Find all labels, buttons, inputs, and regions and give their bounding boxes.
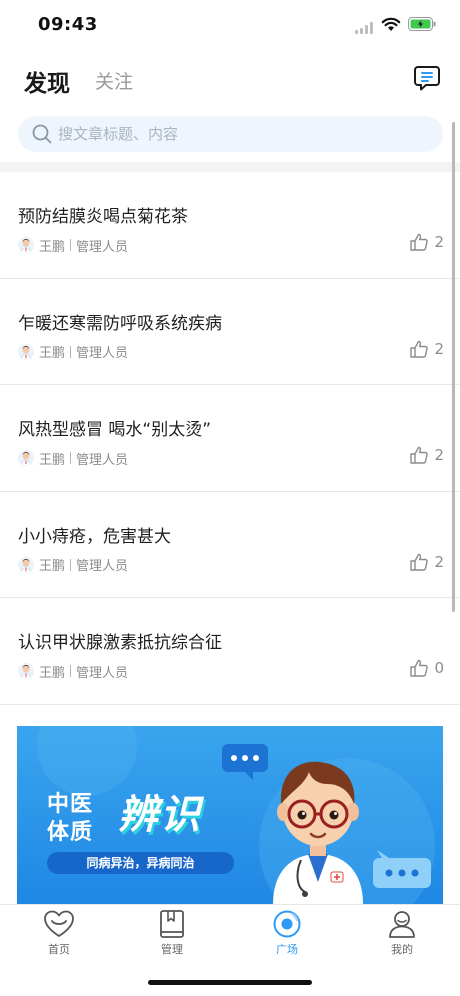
tab-plaza-label: 广场 — [276, 943, 298, 956]
tab-manage-label: 管理 — [161, 943, 183, 956]
thumbs-up-icon — [410, 233, 429, 251]
article-role: 管理人员 — [76, 346, 129, 361]
article-item[interactable]: 预防结膜炎喝点菊花茶 王鹏 管理人员 2 — [0, 172, 460, 279]
thumbs-up-icon — [410, 340, 429, 358]
like-button[interactable]: 0 — [409, 658, 444, 678]
tab-home-label: 首页 — [48, 943, 70, 956]
article-item[interactable]: 小小痔疮，危害甚大 王鹏 管理人员 2 — [0, 492, 460, 598]
like-count: 2 — [434, 552, 444, 571]
doctor-avatar-icon — [18, 556, 34, 573]
like-count: 0 — [434, 659, 444, 677]
doctor-avatar-icon — [18, 237, 34, 253]
banner-slogan-pill: 同病异治，异病同治 — [47, 852, 234, 874]
article-role: 管理人员 — [76, 559, 129, 574]
article-title[interactable]: 预防结膜炎喝点菊花茶 — [18, 202, 188, 227]
tab-manage[interactable]: 管理 — [142, 909, 202, 965]
doctor-illustration — [273, 761, 363, 904]
like-button[interactable]: 2 — [409, 445, 444, 465]
like-button[interactable]: 2 — [409, 232, 444, 252]
article-title[interactable]: 风热型感冒 喝水“别太烫” — [18, 415, 211, 440]
article-role: 管理人员 — [76, 665, 129, 681]
banner-headline: 辨识 — [118, 792, 202, 838]
banner-slogan: 同病异治，异病同治 — [86, 856, 195, 870]
meta-separator — [70, 452, 72, 464]
meta-separator — [70, 558, 72, 571]
book-icon — [160, 910, 184, 938]
thumbs-up-icon — [410, 659, 429, 677]
article-author: 王鹏 — [39, 665, 66, 681]
article-title[interactable]: 乍暖还寒需防呼吸系统疾病 — [18, 309, 222, 334]
thumbs-up-icon — [410, 553, 429, 571]
status-time: 09:43 — [38, 14, 98, 35]
article-title[interactable]: 认识甲状腺激素抵抗综合征 — [18, 628, 222, 653]
like-button[interactable]: 2 — [409, 552, 444, 572]
article-item[interactable]: 认识甲状腺激素抵抗综合征 王鹏 管理人员 0 — [0, 598, 460, 705]
home-indicator — [148, 980, 312, 985]
signal-icon — [355, 22, 373, 34]
tab-profile-label: 我的 — [391, 943, 413, 956]
article-author: 王鹏 — [39, 452, 66, 468]
tab-discover[interactable]: 发现 — [24, 64, 70, 98]
wifi-icon — [381, 17, 401, 31]
article-meta: 王鹏 管理人员 — [18, 236, 129, 255]
promo-banner[interactable]: 中医 体质 辨识 同病异治，异病同治 — [17, 726, 443, 904]
article-author: 王鹏 — [39, 559, 66, 574]
message-icon[interactable] — [413, 64, 441, 92]
search-bar[interactable] — [18, 116, 443, 152]
profile-icon — [389, 911, 415, 938]
article-meta: 王鹏 管理人员 — [18, 449, 129, 468]
article-meta: 王鹏 管理人员 — [18, 556, 128, 574]
doctor-avatar-icon — [18, 450, 34, 466]
article-author: 王鹏 — [39, 239, 66, 255]
meta-separator — [70, 665, 72, 677]
article-author: 王鹏 — [39, 346, 66, 361]
article-title[interactable]: 小小痔疮，危害甚大 — [18, 522, 171, 547]
article-item[interactable]: 风热型感冒 喝水“别太烫” 王鹏 管理人员 2 — [0, 385, 460, 492]
battery-icon — [408, 17, 436, 31]
doctor-avatar-icon — [18, 343, 34, 360]
heart-icon — [44, 910, 74, 937]
tab-profile[interactable]: 我的 — [372, 909, 432, 965]
meta-separator — [70, 239, 72, 251]
like-count: 2 — [434, 233, 444, 251]
like-button[interactable]: 2 — [409, 339, 444, 359]
plaza-icon — [273, 910, 301, 938]
article-meta: 王鹏 管理人员 — [18, 662, 129, 681]
section-divider — [0, 162, 460, 172]
tab-follow[interactable]: 关注 — [95, 67, 133, 94]
banner-text-line2: 体质 — [47, 820, 94, 845]
meta-separator — [70, 345, 72, 358]
search-input[interactable] — [58, 116, 428, 152]
article-role: 管理人员 — [76, 239, 129, 255]
article-item[interactable]: 乍暖还寒需防呼吸系统疾病 王鹏 管理人员 2 — [0, 279, 460, 385]
article-role: 管理人员 — [76, 452, 129, 468]
status-bar: 09:43 — [0, 0, 460, 50]
thumbs-up-icon — [410, 446, 429, 464]
article-meta: 王鹏 管理人员 — [18, 343, 128, 361]
scrollbar[interactable] — [452, 122, 455, 612]
doctor-avatar-icon — [18, 663, 34, 679]
top-tabs: 发现 关注 — [0, 58, 460, 102]
like-count: 2 — [434, 339, 444, 358]
tab-home[interactable]: 首页 — [29, 909, 89, 965]
article-list: 预防结膜炎喝点菊花茶 王鹏 管理人员 2 乍暖还寒需防呼吸系统疾病 王鹏 管理人… — [0, 172, 460, 705]
search-icon — [32, 124, 52, 144]
like-count: 2 — [434, 446, 444, 464]
tab-plaza[interactable]: 广场 — [257, 909, 317, 965]
